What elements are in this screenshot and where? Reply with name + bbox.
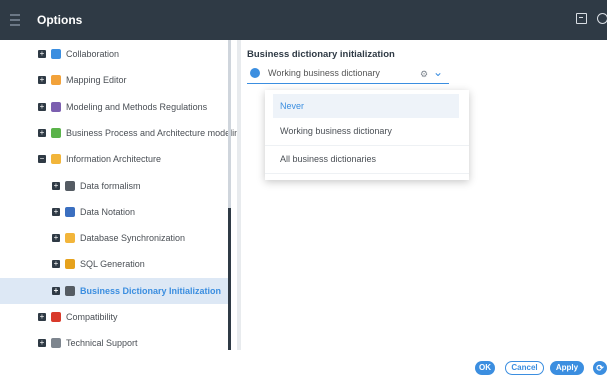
tree-item-label: Business Process and Architecture modeli… bbox=[66, 127, 237, 138]
refresh-icon[interactable]: ⟳ bbox=[593, 361, 607, 375]
dictionary-combo[interactable]: Working business dictionary ⚙ ⌄ bbox=[247, 65, 449, 84]
tree-item-label: Data formalism bbox=[80, 180, 141, 191]
expand-icon[interactable]: + bbox=[38, 313, 46, 321]
tree-item[interactable]: + Database Synchronization bbox=[0, 225, 228, 251]
cancel-button[interactable]: Cancel bbox=[505, 361, 544, 375]
window-title: Options bbox=[37, 13, 83, 27]
expand-icon[interactable]: + bbox=[52, 207, 60, 216]
process-icon bbox=[51, 127, 61, 138]
dictionary-icon bbox=[250, 68, 260, 78]
clear-icon[interactable]: ⚙ bbox=[420, 69, 428, 80]
collaboration-icon bbox=[51, 49, 61, 59]
options-tree: + Collaboration + Mapping Editor + Modeling a… bbox=[0, 40, 237, 350]
pane-divider[interactable] bbox=[237, 40, 241, 350]
tree-item[interactable]: + Compatibility bbox=[0, 304, 228, 330]
collapse-icon[interactable]: − bbox=[38, 155, 46, 164]
expand-icon[interactable]: + bbox=[38, 102, 46, 111]
tree-item-label: Modeling and Methods Regulations bbox=[66, 101, 208, 112]
data-notation-icon bbox=[65, 206, 75, 217]
expand-icon[interactable]: + bbox=[52, 234, 60, 243]
restore-icon[interactable] bbox=[576, 13, 587, 24]
expand-icon[interactable]: + bbox=[38, 128, 46, 137]
tree-item-label: Collaboration bbox=[66, 49, 120, 59]
expand-icon[interactable]: + bbox=[38, 339, 46, 348]
chevron-down-icon[interactable]: ⌄ bbox=[433, 65, 443, 79]
menu-icon[interactable] bbox=[10, 14, 20, 26]
tree-scrollbar[interactable] bbox=[228, 40, 231, 350]
option-working-business-dictionary[interactable]: Working business dictionary bbox=[265, 118, 469, 146]
apply-button[interactable]: Apply bbox=[550, 361, 584, 375]
scrollbar-thumb[interactable] bbox=[228, 208, 231, 350]
tree-item[interactable]: + Business Dictionary Initialization bbox=[0, 277, 228, 304]
dictionary-dropdown: Never Working business dictionary All bu… bbox=[265, 90, 469, 180]
ok-button[interactable]: OK bbox=[475, 361, 495, 375]
tree-item-label: Mapping Editor bbox=[66, 75, 127, 86]
tree-item-label: Data Notation bbox=[80, 206, 136, 217]
tree-item[interactable]: + Business Process and Architecture model… bbox=[0, 120, 237, 146]
expand-icon[interactable]: + bbox=[52, 286, 60, 295]
mapping-editor-icon bbox=[51, 75, 61, 86]
combo-value: Working business dictionary bbox=[268, 68, 380, 78]
section-title: Business dictionary initialization bbox=[247, 49, 395, 60]
tree-item-label: Business Dictionary Initialization bbox=[80, 285, 222, 296]
option-all-business-dictionaries[interactable]: All business dictionaries bbox=[265, 146, 469, 174]
database-icon bbox=[65, 233, 75, 244]
tree-item-label: SQL Generation bbox=[80, 259, 145, 270]
title-bar: Options bbox=[0, 0, 607, 40]
tree-item[interactable]: + Collaboration bbox=[0, 41, 228, 67]
tree-item[interactable]: + Data formalism bbox=[0, 173, 228, 199]
tree-item[interactable]: + SQL Generation bbox=[0, 251, 228, 277]
expand-icon[interactable]: + bbox=[38, 76, 46, 85]
tree-item[interactable]: + Data Notation bbox=[0, 199, 228, 225]
folder-icon bbox=[51, 154, 61, 165]
tree-item[interactable]: + Technical Support bbox=[0, 330, 228, 350]
dialog-footer: OK Cancel Apply ⟳ bbox=[0, 350, 607, 382]
close-icon[interactable] bbox=[597, 13, 607, 24]
expand-icon[interactable]: + bbox=[52, 260, 60, 269]
tree-item[interactable]: + Modeling and Methods Regulations bbox=[0, 94, 228, 120]
tree-item[interactable]: + Mapping Editor bbox=[0, 67, 228, 93]
dictionary-icon bbox=[65, 285, 75, 296]
support-icon bbox=[51, 338, 61, 349]
tree-item[interactable]: − Information Architecture bbox=[0, 146, 228, 172]
regulations-icon bbox=[51, 101, 61, 112]
expand-icon[interactable]: + bbox=[38, 50, 46, 58]
data-formalism-icon bbox=[65, 180, 75, 191]
tree-item-label: Database Synchronization bbox=[80, 233, 186, 244]
sql-icon bbox=[65, 259, 75, 270]
expand-icon[interactable]: + bbox=[52, 181, 60, 190]
tree-item-label: Information Architecture bbox=[66, 154, 162, 165]
settings-panel: Business dictionary initialization Worki… bbox=[247, 40, 607, 350]
tree-item-label: Compatibility bbox=[66, 312, 118, 322]
compatibility-icon bbox=[51, 312, 61, 322]
option-never[interactable]: Never bbox=[273, 94, 459, 118]
tree-item-label: Technical Support bbox=[66, 338, 138, 349]
